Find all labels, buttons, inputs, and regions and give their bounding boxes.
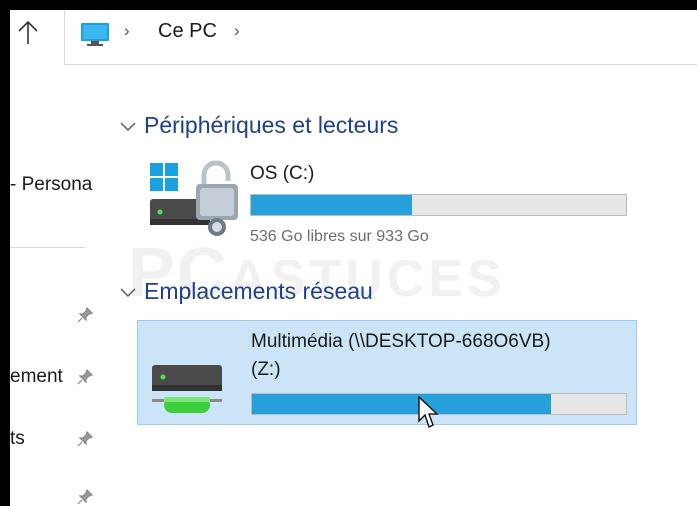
drive-label: OS (C:) xyxy=(250,163,315,184)
sidebar-divider xyxy=(10,247,85,248)
network-drive-icon xyxy=(152,365,222,413)
group-header-label: Emplacements réseau xyxy=(144,278,373,304)
drive-usage-fill xyxy=(251,195,413,215)
chevron-down-icon[interactable] xyxy=(118,285,138,299)
pin-icon[interactable] xyxy=(76,306,94,324)
drive-label-letter: (Z:) xyxy=(251,359,281,380)
drive-label-name: Multimédia (\\DESKTOP-668O6VB) xyxy=(251,331,551,352)
system-drive-lock-icon xyxy=(150,160,238,236)
pin-icon[interactable] xyxy=(76,488,94,506)
group-header-network[interactable]: Emplacements réseau xyxy=(118,278,373,305)
sidebar-item-personal[interactable]: - Persona xyxy=(10,174,105,196)
this-pc-icon xyxy=(81,23,109,46)
group-header-label: Périphériques et lecteurs xyxy=(144,112,399,138)
drive-item-c[interactable]: OS (C:) 536 Go libres sur 933 Go xyxy=(140,155,640,250)
drive-free-space: 536 Go libres sur 933 Go xyxy=(250,228,429,245)
drive-item-z[interactable]: Multimédia (\\DESKTOP-668O6VB) (Z:) xyxy=(137,320,637,425)
drive-usage-bar xyxy=(250,194,627,216)
drive-label: Multimédia (\\DESKTOP-668O6VB) (Z:) xyxy=(251,328,551,384)
breadcrumb-separator[interactable]: › xyxy=(124,21,130,41)
up-arrow-icon[interactable] xyxy=(14,18,42,46)
group-header-devices[interactable]: Périphériques et lecteurs xyxy=(118,112,398,139)
sidebar-item-documents[interactable]: ement xyxy=(10,366,63,388)
sidebar-item-pictures[interactable]: ts xyxy=(10,428,25,450)
window-frame-left xyxy=(0,0,10,506)
breadcrumb-separator[interactable]: › xyxy=(234,21,240,41)
drive-usage-fill xyxy=(252,394,552,414)
chevron-down-icon[interactable] xyxy=(118,119,138,133)
pin-icon[interactable] xyxy=(76,430,94,448)
drive-usage-bar xyxy=(251,393,627,415)
pin-icon[interactable] xyxy=(76,368,94,386)
mouse-cursor-icon xyxy=(418,395,439,428)
breadcrumb-this-pc[interactable]: Ce PC xyxy=(158,20,217,43)
window-frame-top xyxy=(0,0,697,10)
